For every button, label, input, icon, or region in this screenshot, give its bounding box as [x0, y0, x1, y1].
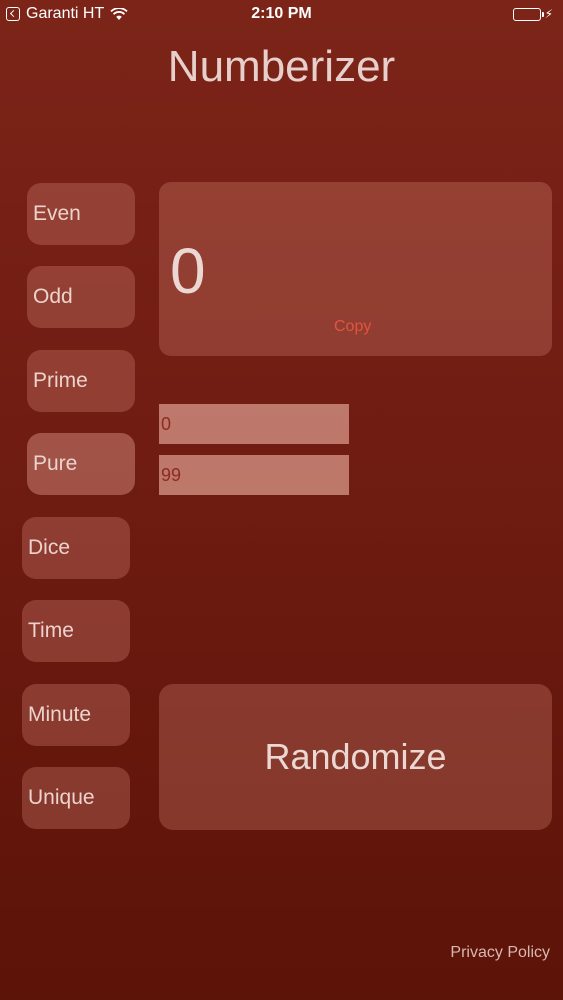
copy-button[interactable]: Copy	[334, 318, 371, 336]
range-max-input[interactable]: 99	[159, 455, 349, 495]
mode-button-minute[interactable]: Minute	[22, 684, 130, 746]
status-right: ⚡	[512, 7, 553, 21]
mode-button-odd[interactable]: Odd	[27, 266, 135, 328]
range-min-input[interactable]: 0	[159, 404, 349, 444]
result-card: 0 Copy	[159, 182, 552, 356]
mode-button-unique[interactable]: Unique	[22, 767, 130, 829]
randomize-button[interactable]: Randomize	[159, 684, 552, 830]
mode-button-pure[interactable]: Pure	[27, 433, 135, 495]
charging-bolt-icon: ⚡	[544, 7, 553, 21]
battery-icon	[512, 7, 544, 21]
mode-button-prime[interactable]: Prime	[27, 350, 135, 412]
mode-button-even[interactable]: Even	[27, 183, 135, 245]
result-value: 0	[170, 235, 206, 307]
status-time: 2:10 PM	[251, 5, 312, 22]
privacy-policy-link[interactable]: Privacy Policy	[450, 944, 550, 962]
status-bar: Garanti HT 2:10 PM ⚡	[0, 0, 563, 30]
mode-button-time[interactable]: Time	[22, 600, 130, 662]
app-title: Numberizer	[167, 42, 396, 91]
mode-button-dice[interactable]: Dice	[22, 517, 130, 579]
